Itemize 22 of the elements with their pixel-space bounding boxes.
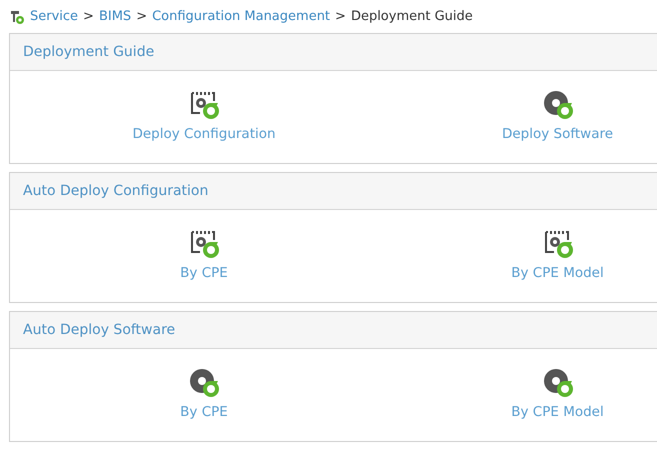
panel-title: Auto Deploy Configuration (23, 182, 208, 200)
action-link[interactable]: By CPE Model (511, 402, 604, 423)
panel-title: Auto Deploy Software (23, 320, 176, 340)
config-refresh-icon (188, 89, 220, 122)
disc-refresh-icon (542, 367, 574, 400)
panel-title: Deployment Guide (23, 42, 154, 62)
breadcrumb-link[interactable]: BIMS (98, 6, 132, 26)
service-icon (9, 8, 25, 24)
config-refresh-icon (188, 228, 220, 260)
breadcrumb-link[interactable]: Service (30, 6, 78, 26)
action-link[interactable]: Deploy Software (502, 124, 614, 145)
action-link[interactable]: By CPE (180, 402, 228, 423)
disc-refresh-icon (188, 367, 220, 400)
action-link[interactable]: By CPE (180, 263, 228, 284)
breadcrumb-current: Deployment Guide (350, 8, 473, 26)
action-link[interactable]: By CPE Model (511, 263, 604, 284)
breadcrumb-separator: > (83, 8, 94, 26)
breadcrumb-link[interactable]: Configuration Management (152, 6, 330, 26)
action-link[interactable]: Deploy Configuration (132, 124, 276, 145)
disc-refresh-icon (542, 89, 574, 122)
breadcrumb-separator: > (335, 8, 346, 26)
breadcrumb-separator: > (136, 8, 148, 26)
